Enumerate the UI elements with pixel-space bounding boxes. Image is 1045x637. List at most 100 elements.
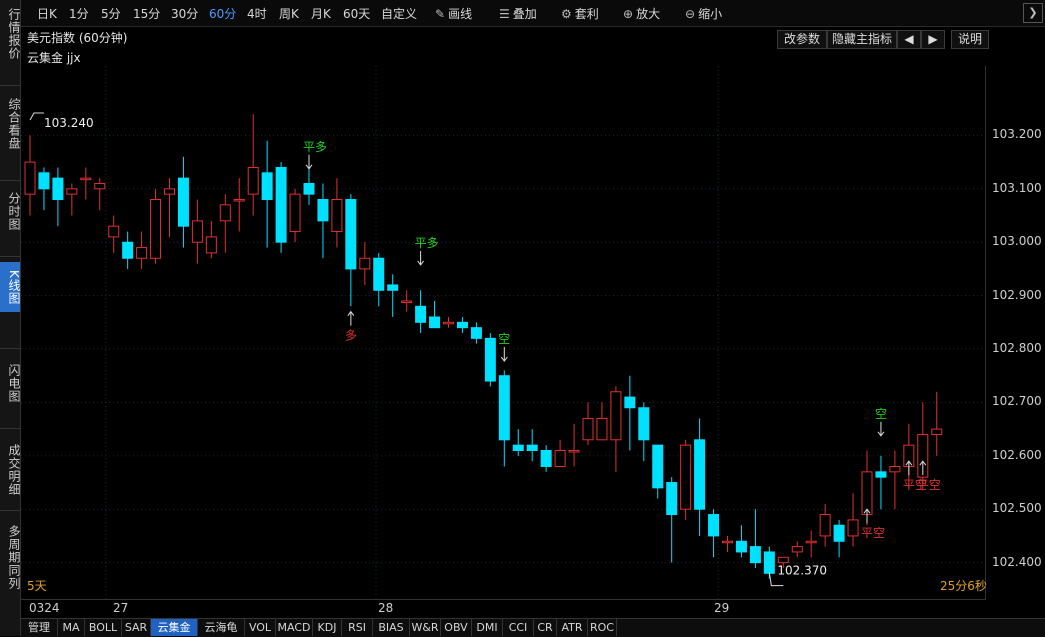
- nav-timeshare[interactable]: 分时图: [0, 188, 21, 234]
- candle-body: [470, 327, 482, 339]
- x-tick-label: 29: [714, 601, 730, 615]
- period-4h[interactable]: 4时: [247, 5, 267, 22]
- x-tick-label: 28: [378, 601, 394, 615]
- zoom-in-button[interactable]: ⊕ 放大: [623, 5, 660, 22]
- indicator-tab[interactable]: CR: [534, 619, 557, 636]
- arbitrage-button[interactable]: ⚙ 套利: [561, 5, 599, 22]
- candle-body: [680, 444, 692, 510]
- candle-body: [889, 466, 901, 473]
- candle-body: [931, 428, 943, 435]
- period-15m[interactable]: 15分: [133, 5, 160, 22]
- indicator-tab[interactable]: VOL: [245, 619, 276, 636]
- candle-body: [80, 177, 92, 181]
- candle-body: [456, 321, 468, 329]
- candle-body: [303, 182, 315, 195]
- period-60m[interactable]: 60分: [209, 5, 236, 22]
- candlestick-chart[interactable]: 103.240102.370平多多平多空平空空平空平空: [21, 66, 985, 600]
- candle-body: [554, 449, 566, 468]
- candle-body: [108, 225, 120, 238]
- prev-arrow-icon[interactable]: ◀: [897, 30, 921, 49]
- candle-body: [359, 257, 371, 270]
- candle-body: [596, 417, 608, 441]
- candle-body: [401, 300, 413, 303]
- period-monthly[interactable]: 月K: [311, 5, 331, 22]
- candle-body: [415, 305, 427, 323]
- candle-body: [164, 188, 175, 195]
- help-button[interactable]: 说明: [951, 30, 989, 49]
- y-tick-label: 102.400: [992, 554, 1042, 569]
- trade-signal-label: 空: [875, 407, 887, 421]
- indicator-tab[interactable]: SAR: [122, 619, 151, 636]
- nav-quotes[interactable]: 行情报价: [0, 4, 21, 64]
- candle-body: [247, 166, 259, 195]
- period-60d[interactable]: 60天: [343, 5, 370, 22]
- candle-body: [847, 519, 859, 537]
- nav-overview[interactable]: 综合看盘: [0, 94, 21, 154]
- high-marker-line: [29, 112, 44, 121]
- indicator-tab[interactable]: ATR: [557, 619, 588, 636]
- trade-signal-label: 平多: [303, 140, 327, 154]
- candle-body: [638, 407, 650, 441]
- candle-body: [275, 166, 287, 243]
- trade-signal-label: 平空: [861, 526, 885, 540]
- indicator-tab[interactable]: ROC: [588, 619, 617, 636]
- period-custom[interactable]: 自定义: [381, 5, 417, 22]
- nav-flash[interactable]: 闪电图: [0, 360, 21, 406]
- indicator-tab[interactable]: W&R: [410, 619, 441, 636]
- indicator-tab[interactable]: CCI: [503, 619, 534, 636]
- period-weekly[interactable]: 周K: [279, 5, 299, 22]
- indicator-tab[interactable]: KDJ: [313, 619, 342, 636]
- indicator-tab[interactable]: RSI: [342, 619, 373, 636]
- period-daily[interactable]: 日K: [37, 5, 57, 22]
- period-indicator: 5天: [27, 579, 47, 593]
- period-30m[interactable]: 30分: [171, 5, 198, 22]
- candle-body: [666, 482, 678, 516]
- indicator-tab[interactable]: 云集金: [151, 619, 198, 636]
- candle-body: [498, 375, 510, 441]
- candle-body: [568, 449, 580, 453]
- arbitrage-icon: ⚙: [561, 7, 572, 21]
- candle-body: [777, 556, 789, 564]
- countdown-timer: 25分6秒: [940, 579, 987, 593]
- candle-body: [429, 316, 441, 329]
- nav-multiperiod[interactable]: 多周期同列: [0, 520, 21, 594]
- trade-signal-label: 平空: [917, 478, 941, 492]
- indicator-title: 云集金 jjx: [27, 51, 81, 65]
- indicator-tab[interactable]: 管理: [21, 619, 58, 636]
- indicator-tab[interactable]: BIAS: [373, 619, 410, 636]
- indicator-tab[interactable]: 云海龟: [198, 619, 245, 636]
- overlay-button[interactable]: ☰ 叠加: [499, 5, 537, 22]
- draw-line-button[interactable]: ✎ 画线: [435, 5, 472, 22]
- candle-body: [708, 514, 720, 537]
- candle-body: [875, 471, 887, 478]
- candle-body: [205, 236, 217, 254]
- indicator-tab[interactable]: BOLL: [85, 619, 122, 636]
- nav-kline[interactable]: K线图: [0, 262, 21, 312]
- period-1m[interactable]: 1分: [69, 5, 89, 22]
- indicator-tab[interactable]: OBV: [441, 619, 472, 636]
- candle-body: [219, 204, 231, 222]
- indicator-tab[interactable]: DMI: [472, 619, 503, 636]
- next-arrow-icon[interactable]: ▶: [921, 30, 945, 49]
- edit-params-button[interactable]: 改参数: [777, 30, 827, 49]
- trade-signal-label: 多: [345, 329, 357, 343]
- hide-main-indicator-button[interactable]: 隐藏主指标: [827, 30, 897, 49]
- trade-signal-label: 平多: [415, 236, 439, 250]
- candle-body: [624, 396, 636, 409]
- indicator-tab[interactable]: MACD: [276, 619, 313, 636]
- candle-body: [233, 199, 245, 202]
- period-5m[interactable]: 5分: [101, 5, 121, 22]
- zoom-out-button[interactable]: ⊖ 缩小: [685, 5, 722, 22]
- indicator-tabs: 管理 MA BOLL SAR 云集金 云海龟 VOL MACD KDJ RSI BIAS W&R OBV…: [21, 618, 1045, 637]
- trade-signal-label: 空: [498, 332, 510, 346]
- candle-body: [652, 444, 664, 489]
- chevron-right-icon[interactable]: ❯: [1023, 3, 1043, 23]
- nav-trades[interactable]: 成交明细: [0, 440, 21, 500]
- candle-body: [763, 551, 775, 574]
- indicator-tab[interactable]: MA: [58, 619, 85, 636]
- candle-body: [191, 220, 203, 243]
- stack-icon: ☰: [499, 7, 510, 21]
- candle-body: [261, 172, 273, 201]
- candle-body: [373, 257, 385, 291]
- candle-body: [512, 444, 524, 451]
